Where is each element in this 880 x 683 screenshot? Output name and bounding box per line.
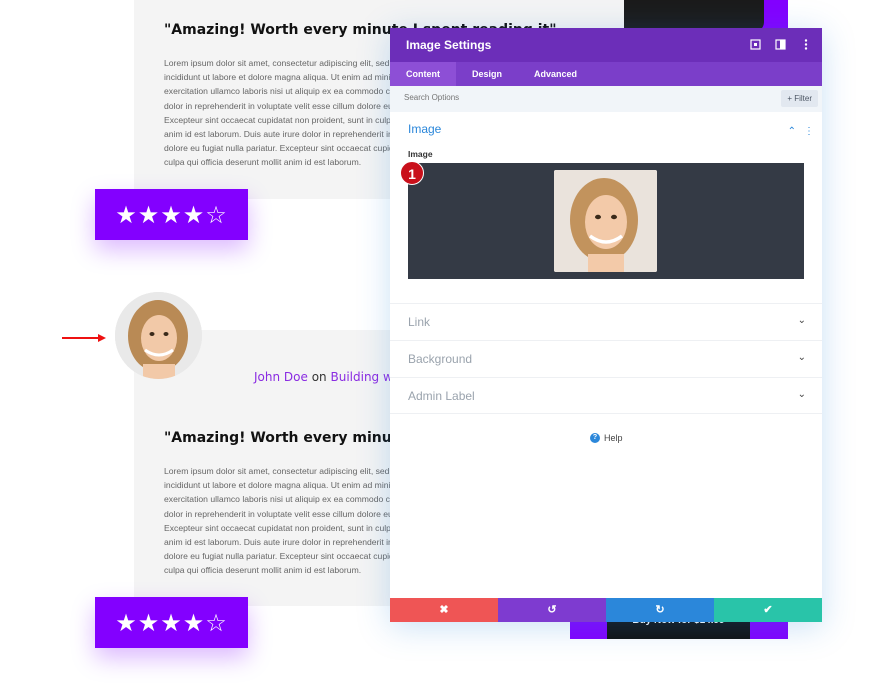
section-image-title[interactable]: Image bbox=[408, 122, 441, 136]
toggle-link-label: Link bbox=[408, 315, 431, 329]
image-thumbnail[interactable] bbox=[554, 170, 657, 272]
woman-portrait-icon bbox=[554, 170, 657, 272]
undo-icon: ↺ bbox=[547, 604, 557, 616]
filter-button[interactable]: + Filter bbox=[781, 90, 818, 107]
woman-portrait-icon bbox=[115, 292, 202, 379]
more-options-icon[interactable] bbox=[799, 38, 812, 51]
help-link[interactable]: ? Help bbox=[590, 433, 623, 443]
section-image-controls: ⌃ ⋮ bbox=[788, 126, 814, 137]
modal-tabs: Content Design Advanced bbox=[390, 62, 822, 86]
chevron-down-icon: ⌄ bbox=[797, 352, 806, 363]
toggle-admin-label[interactable]: Admin Label ⌄ bbox=[390, 377, 822, 414]
modal-header-actions bbox=[749, 38, 812, 51]
image-upload-area[interactable] bbox=[408, 163, 804, 279]
tab-advanced[interactable]: Advanced bbox=[518, 62, 593, 86]
chevron-down-icon: ⌄ bbox=[797, 315, 806, 326]
save-button[interactable]: ✔ bbox=[714, 598, 822, 622]
tab-design[interactable]: Design bbox=[456, 62, 518, 86]
discard-button[interactable]: ✖ bbox=[390, 598, 498, 622]
split-view-icon[interactable] bbox=[774, 38, 787, 51]
modal-header: Image Settings bbox=[390, 28, 822, 62]
page: "Amazing! Worth every minute I spent rea… bbox=[0, 0, 880, 683]
options-search-bar: + Filter bbox=[390, 86, 822, 112]
redo-icon: ↻ bbox=[655, 604, 665, 616]
image-settings-modal: Image Settings Content Design Advanced S… bbox=[390, 28, 822, 622]
section-menu-icon[interactable]: ⋮ bbox=[804, 126, 814, 137]
help-label: Help bbox=[604, 433, 623, 443]
modal-footer: ✖ ↺ ↻ ✔ bbox=[390, 598, 822, 622]
author-avatar bbox=[115, 292, 202, 379]
chevron-up-icon[interactable]: ⌃ bbox=[788, 126, 796, 137]
fullscreen-icon[interactable] bbox=[749, 38, 762, 51]
tab-content[interactable]: Content bbox=[390, 62, 456, 86]
help-icon: ? bbox=[590, 433, 600, 443]
rating-stars-2: ★★★★☆ bbox=[95, 597, 248, 648]
step-badge: 1 bbox=[400, 161, 424, 185]
close-icon: ✖ bbox=[439, 604, 449, 616]
search-options-input[interactable] bbox=[404, 93, 704, 102]
modal-title: Image Settings bbox=[406, 38, 492, 52]
redo-button[interactable]: ↻ bbox=[606, 598, 714, 622]
checkmark-icon: ✔ bbox=[763, 604, 773, 616]
chevron-down-icon: ⌄ bbox=[797, 389, 806, 400]
author-name[interactable]: John Doe bbox=[254, 370, 308, 384]
plus-icon: + bbox=[787, 94, 792, 103]
red-arrow-icon bbox=[62, 334, 106, 342]
undo-button[interactable]: ↺ bbox=[498, 598, 606, 622]
image-field-label: Image bbox=[408, 149, 433, 159]
toggle-admin-label-label: Admin Label bbox=[408, 389, 475, 403]
author-on: on bbox=[311, 370, 327, 384]
toggle-background[interactable]: Background ⌄ bbox=[390, 340, 822, 377]
rating-stars-1: ★★★★☆ bbox=[95, 189, 248, 240]
toggle-background-label: Background bbox=[408, 352, 473, 366]
toggle-link[interactable]: Link ⌄ bbox=[390, 303, 822, 340]
filter-label: Filter bbox=[794, 94, 812, 103]
